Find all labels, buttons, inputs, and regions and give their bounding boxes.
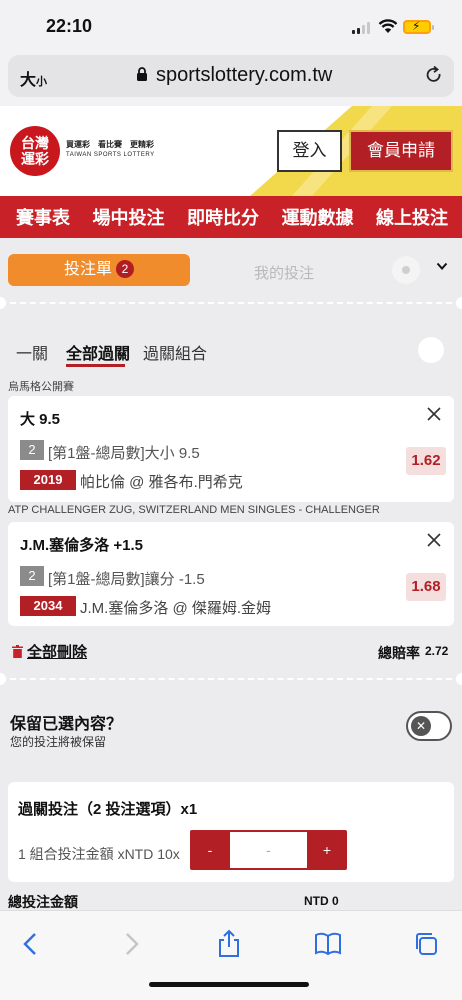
settings-dot-button[interactable] [392,256,420,284]
event-code: 2019 [20,470,76,490]
total-odds-value: 2.72 [425,644,449,658]
back-icon[interactable] [16,929,46,959]
close-icon[interactable] [426,406,442,422]
tab-all-parlay[interactable]: 全部過關 [66,340,130,364]
active-tab-indicator [66,364,125,367]
divider [0,302,462,304]
tabs-icon[interactable] [412,929,442,959]
keep-selections-subtitle: 您的投注將被保留 [10,735,107,749]
divider [0,678,462,680]
battery-icon: ⚡ [403,19,434,34]
logo-tagline-en: TAIWAN SPORTS LOTTERY [66,152,155,158]
reload-icon[interactable] [424,65,444,85]
tab-parlay-combo[interactable]: 過關組合 [143,340,207,364]
home-indicator [149,982,309,987]
selection-market: [第1盤-總局數]大小 9.5 [48,445,200,462]
betslip-panel: 投注單 2 我的投注 一關 全部過關 過關組合 烏馬格公開賽 大 9.5 2 [第… [0,238,462,910]
selection-card: J.M.塞倫多洛 +1.5 2 [第1盤-總局數]讓分 -1.5 2034 J.… [8,522,454,626]
ticket-notch-left [0,673,6,685]
status-bar: 22:10 ⚡ [0,0,462,50]
site-logo[interactable]: 台灣 運彩 [10,126,60,176]
selection-title: 大 9.5 [20,411,61,428]
share-icon[interactable] [214,929,244,959]
keep-selections-title: 保留已選內容？ [10,716,123,733]
selection-number: 2 [20,440,44,460]
login-button[interactable]: 登入 [277,130,342,172]
selection-odds: 1.68 [406,573,446,601]
decrease-stake-button[interactable]: - [190,830,230,870]
nav-item-live-betting[interactable]: 場中投注 [93,204,165,230]
logo-tagline: 買運彩 看比賽 更精彩 [66,140,154,149]
text-size-button[interactable]: 大小 [20,66,47,90]
bookmarks-icon[interactable] [313,929,343,959]
option-circle-button[interactable] [418,337,444,363]
site-header: 台灣 運彩 買運彩 看比賽 更精彩 TAIWAN SPORTS LOTTERY … [0,106,462,196]
nav-item-sports-data[interactable]: 運動數據 [282,204,354,230]
url-text: sportslottery.com.tw [156,64,333,86]
selection-number: 2 [20,566,44,586]
text-size-large: 大 [20,72,37,89]
parlay-bet-card: 過關投注（2 投注選項）x1 1 組合投注金額 xNTD 10x - - + [8,782,454,882]
selection-card: 大 9.5 2 [第1盤-總局數]大小 9.5 2019 帕比倫 @ 雅各布.門… [8,396,454,502]
toggle-off-icon: ✕ [411,716,431,736]
stake-stepper: - - + [190,830,347,870]
total-odds-label: 總賠率 [378,645,420,661]
ticket-notch-right [456,673,462,685]
lock-icon [137,67,147,81]
selection-match: 帕比倫 @ 雅各布.門希克 [80,474,243,491]
nav-item-online-betting[interactable]: 線上投注 [376,204,448,230]
wifi-icon [378,19,398,33]
trash-icon [12,645,23,658]
parlay-title: 過關投注（2 投注選項）x1 [18,801,198,818]
league-name: ATP CHALLENGER ZUG, SWITZERLAND MEN SING… [8,504,380,516]
betslip-count-badge: 2 [116,260,134,278]
status-time: 22:10 [46,16,93,36]
close-icon[interactable] [426,532,442,548]
ticket-notch-right [456,297,462,309]
delete-all-button[interactable]: 全部刪除 [12,641,87,662]
logo-line-1: 台灣 [21,135,49,151]
text-size-small: 小 [36,76,48,88]
increase-stake-button[interactable]: + [307,830,347,870]
address-bar[interactable]: 大小 sportslottery.com.tw [8,55,454,97]
selection-match: J.M.塞倫多洛 @ 傑羅姆.金姆 [80,600,272,617]
betslip-tab-label: 投注單 [63,261,112,278]
tab-single[interactable]: 一關 [16,340,48,364]
total-amount-label: 總投注金額 [8,894,78,910]
selection-odds: 1.62 [406,447,446,475]
league-name: 烏馬格公開賽 [8,381,74,393]
stake-input[interactable]: - [230,832,307,868]
chevron-down-icon[interactable] [436,260,448,272]
my-bets-tab[interactable]: 我的投注 [254,262,314,283]
betslip-tab[interactable]: 投注單 2 [8,254,190,286]
selection-market: [第1盤-總局數]讓分 -1.5 [48,571,205,588]
ticket-notch-left [0,297,6,309]
keep-selections-toggle[interactable]: ✕ [406,711,452,741]
register-button[interactable]: 會員申請 [349,130,453,172]
nav-item-live-scores[interactable]: 即時比分 [187,204,259,230]
logo-line-2: 運彩 [21,151,49,167]
total-amount-value: NTD 0 [304,894,339,908]
parlay-amount-label: 1 組合投注金額 xNTD 10x [18,846,180,862]
event-code: 2034 [20,596,76,616]
main-nav: 賽事表 場中投注 即時比分 運動數據 線上投注 [0,196,462,238]
selection-title: J.M.塞倫多洛 +1.5 [20,537,143,554]
delete-all-label: 全部刪除 [27,644,88,661]
cellular-signal-icon [352,22,372,34]
forward-icon[interactable] [116,929,146,959]
nav-item-schedule[interactable]: 賽事表 [16,204,70,230]
